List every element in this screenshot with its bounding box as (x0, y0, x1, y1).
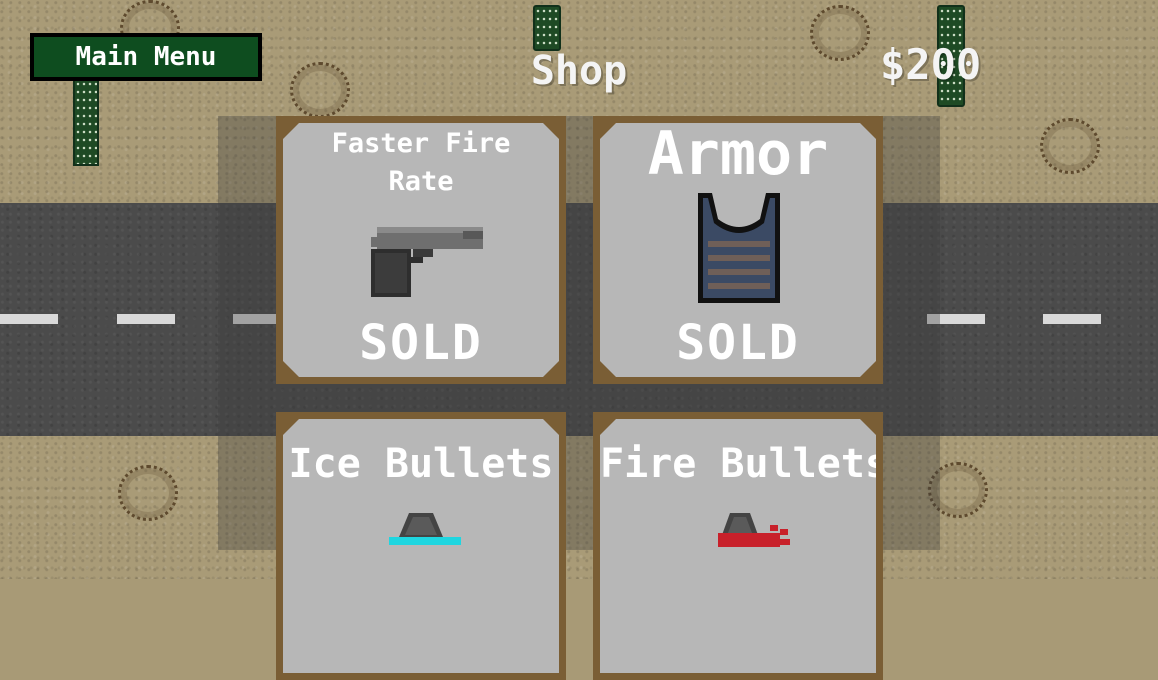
cactus-icon (533, 5, 561, 51)
shop-item-body: Ice Bullets (283, 419, 559, 673)
shop-item-armor[interactable]: Armor SOLD (593, 116, 883, 384)
money-counter: $200 (880, 40, 982, 89)
road-lane-dash (117, 314, 175, 324)
shop-item-title: Faster Fire Rate (331, 128, 511, 197)
shop-item-title: Ice Bullets (288, 441, 554, 487)
card-corner (860, 419, 876, 435)
fire-bullet-icon (718, 513, 790, 547)
shop-item-body: Fire Bullets (600, 419, 876, 673)
shop-item-status: SOLD (359, 315, 483, 371)
shop-item-fire-bullets[interactable]: Fire Bullets (593, 412, 883, 680)
shop-item-body: Faster Fire Rate SOLD (283, 123, 559, 377)
road-lane-dash (1043, 314, 1101, 324)
pistol-icon (371, 227, 483, 297)
road-lane-dash (0, 314, 58, 324)
shop-item-ice-bullets[interactable]: Ice Bullets (276, 412, 566, 680)
card-corner (283, 419, 299, 435)
shop-item-title: Armor (647, 123, 829, 189)
tumbleweed-icon (118, 465, 178, 521)
ice-bullet-icon (389, 513, 461, 545)
shop-item-title: Fire Bullets (600, 441, 876, 487)
shop-item-body: Armor SOLD (600, 123, 876, 377)
armor-vest-icon (698, 193, 780, 303)
card-corner (543, 419, 559, 435)
shop-item-faster-fire-rate[interactable]: Faster Fire Rate SOLD (276, 116, 566, 384)
shop-item-status: SOLD (676, 315, 800, 371)
tumbleweed-icon (1040, 118, 1100, 174)
card-corner (600, 419, 616, 435)
